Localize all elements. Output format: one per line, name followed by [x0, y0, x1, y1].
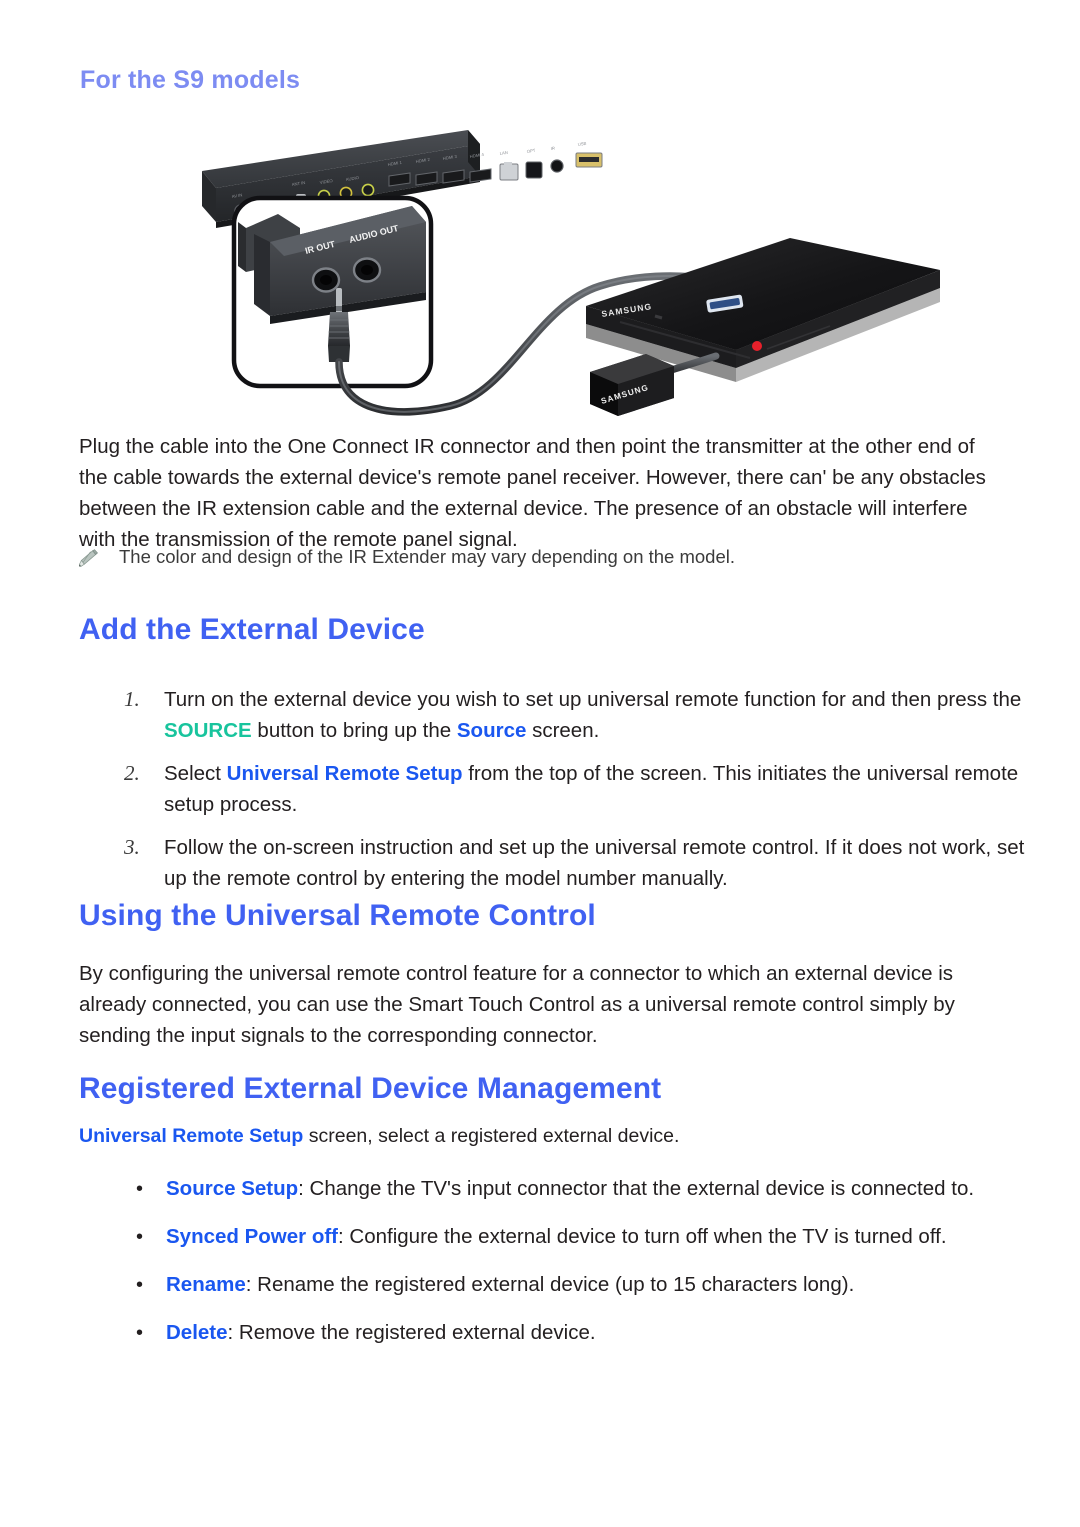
- bullet-list-item: • Source Setup: Change the TV's input con…: [133, 1174, 1048, 1204]
- ordered-list-item: 1. Turn on the external device you wish t…: [122, 684, 1047, 746]
- inline-text: : Rename the registered external device …: [245, 1273, 855, 1296]
- inline-text: : Remove the registered external device.: [227, 1321, 596, 1344]
- ordered-list-add-external-device: 1. Turn on the external device you wish t…: [82, 684, 1047, 906]
- pencil-icon: [78, 548, 99, 570]
- paragraph-using-urc: By configuring the universal remote cont…: [79, 962, 955, 1047]
- inline-text: : Change the TV's input connector that t…: [298, 1177, 975, 1200]
- step-number: 2.: [124, 761, 140, 785]
- inline-text: Follow the on-screen instruction and set…: [164, 836, 1025, 890]
- bullet-marker: •: [136, 1178, 144, 1200]
- bullet-marker: •: [136, 1226, 144, 1248]
- ir-extender-block: SAMSUNG: [590, 352, 720, 416]
- bullet-marker: •: [136, 1322, 144, 1344]
- inline-text: Select: [164, 762, 227, 785]
- bullet-list-item: • Synced Power off: Configure the externa…: [133, 1222, 1048, 1252]
- inline-keyword-blue: Source Setup: [166, 1177, 299, 1200]
- ordered-list-item: 2. Select Universal Remote Setup from the…: [122, 758, 1047, 820]
- paragraph-registered-intro: Universal Remote Setup screen, select a …: [79, 1122, 999, 1150]
- heading-add-the-external-device: Add the External Device: [79, 613, 425, 646]
- inline-keyword-blue: Universal Remote Setup: [226, 762, 463, 785]
- svg-text:OPT: OPT: [526, 148, 536, 154]
- inline-keyword-blue: Rename: [166, 1273, 246, 1296]
- note-text: The color and design of the IR Extender …: [119, 546, 736, 567]
- inline-keyword-blue: Universal Remote Setup: [79, 1125, 304, 1147]
- inline-keyword-blue: Synced Power off: [166, 1225, 339, 1248]
- one-connect-ir-extender-diagram: AV IN ANT IN VIDEO AUDIO HDMI 1 HDMI 2 H…: [150, 110, 950, 420]
- bullet-text: Rename: Rename the registered external d…: [166, 1270, 1048, 1300]
- heading-using-the-universal-remote-control: Using the Universal Remote Control: [79, 899, 596, 932]
- bullet-text: Source Setup: Change the TV's input conn…: [166, 1174, 1048, 1204]
- bullet-list-registered-device-options: • Source Setup: Change the TV's input con…: [93, 1174, 1048, 1366]
- inline-keyword-blue: Source: [456, 719, 527, 742]
- step-text: Select Universal Remote Setup from the t…: [164, 758, 1047, 820]
- inline-text: screen, select a registered external dev…: [303, 1125, 680, 1147]
- paragraph-plug-cable: Plug the cable into the One Connect IR c…: [79, 435, 986, 551]
- svg-text:LAN: LAN: [499, 150, 508, 156]
- bullet-list-item: • Delete: Remove the registered external …: [133, 1318, 1048, 1348]
- inline-keyword-teal: SOURCE: [164, 719, 252, 742]
- svg-text:USB: USB: [577, 141, 586, 147]
- step-number: 3.: [124, 835, 140, 859]
- document-page: For the S9 models AV IN ANT IN VIDEO AUD…: [0, 0, 1080, 1527]
- svg-text:IR: IR: [550, 145, 555, 151]
- bullet-list-item: • Rename: Rename the registered external …: [133, 1270, 1048, 1300]
- step-text: Follow the on-screen instruction and set…: [164, 832, 1047, 894]
- heading-registered-external-device-management: Registered External Device Management: [79, 1072, 662, 1105]
- inline-text: Turn on the external device you wish to …: [164, 688, 1022, 711]
- bullet-text: Synced Power off: Configure the external…: [166, 1222, 1048, 1252]
- inline-keyword-blue: Delete: [166, 1321, 228, 1344]
- bullet-text: Delete: Remove the registered external d…: [166, 1318, 1048, 1348]
- note-ir-extender: The color and design of the IR Extender …: [78, 545, 979, 570]
- step-number: 1.: [124, 687, 140, 711]
- subheading-s9-models: For the S9 models: [80, 66, 301, 94]
- inline-text: button to bring up the: [251, 719, 457, 742]
- step-text: Turn on the external device you wish to …: [164, 684, 1047, 746]
- ordered-list-item: 3. Follow the on-screen instruction and s…: [122, 832, 1047, 894]
- inline-text: : Configure the external device to turn …: [338, 1225, 947, 1248]
- bullet-marker: •: [136, 1274, 144, 1296]
- inline-text: screen.: [526, 719, 600, 742]
